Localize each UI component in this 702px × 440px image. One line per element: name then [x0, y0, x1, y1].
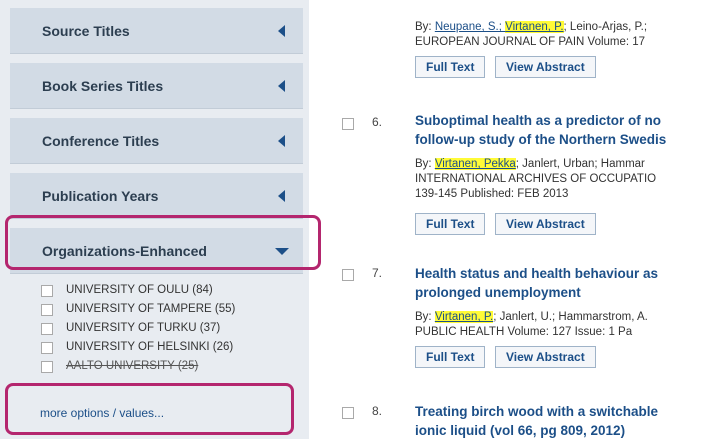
- record-checkbox[interactable]: [342, 118, 354, 130]
- full-text-button[interactable]: Full Text: [415, 56, 486, 78]
- record-source: INTERNATIONAL ARCHIVES OF OCCUPATIO: [415, 173, 657, 185]
- facet-label: Source Titles: [42, 23, 130, 39]
- record-checkbox[interactable]: [342, 407, 354, 419]
- record-title-cont[interactable]: follow-up study of the Northern Swedis: [415, 130, 702, 149]
- expand-left-icon: [278, 135, 285, 147]
- record-checkbox[interactable]: [342, 269, 354, 281]
- expand-left-icon: [278, 190, 285, 202]
- facet-label: Publication Years: [42, 188, 159, 204]
- org-item-oulu[interactable]: UNIVERSITY OF OULU (84): [40, 281, 300, 300]
- record-source: PUBLIC HEALTH Volume: 127 Issue: 1 Pa: [415, 326, 633, 338]
- org-label: UNIVERSITY OF HELSINKI (26): [66, 341, 234, 353]
- org-label: UNIVERSITY OF OULU (84): [66, 284, 213, 296]
- record-number: 8.: [372, 404, 383, 418]
- org-item-turku[interactable]: UNIVERSITY OF TURKU (37): [40, 319, 300, 338]
- expand-left-icon: [278, 80, 285, 92]
- org-item-tampere[interactable]: UNIVERSITY OF TAMPERE (55): [40, 300, 300, 319]
- facet-conference-titles[interactable]: Conference Titles: [10, 118, 303, 164]
- org-label: UNIVERSITY OF TURKU (37): [66, 322, 221, 334]
- record-title-cont[interactable]: prolonged unemployment: [415, 283, 702, 302]
- organizations-list: UNIVERSITY OF OULU (84) UNIVERSITY OF TA…: [40, 281, 300, 376]
- org-checkbox[interactable]: [41, 304, 53, 316]
- org-checkbox[interactable]: [41, 361, 53, 373]
- full-text-button[interactable]: Full Text: [415, 213, 486, 235]
- highlight-box-organizations: [5, 215, 321, 270]
- org-checkbox[interactable]: [41, 323, 53, 335]
- author-highlight[interactable]: Virtanen, P.: [505, 21, 564, 33]
- record-authors: By: Virtanen, Pekka; Janlert, Urban; Ham…: [415, 158, 645, 170]
- record-title[interactable]: Treating birch wood with a switchable: [415, 402, 702, 421]
- facet-book-series-titles[interactable]: Book Series Titles: [10, 63, 303, 109]
- view-abstract-button[interactable]: View Abstract: [495, 346, 596, 368]
- org-label: UNIVERSITY OF TAMPERE (55): [66, 303, 236, 315]
- org-item-helsinki[interactable]: UNIVERSITY OF HELSINKI (26): [40, 338, 300, 357]
- record-pages-date: 139-145 Published: FEB 2013: [415, 188, 569, 200]
- org-item-aalto[interactable]: AALTO UNIVERSITY (25): [40, 357, 300, 376]
- highlight-box-more-options: [5, 383, 294, 435]
- author-link[interactable]: Neupane, S.;: [435, 21, 505, 33]
- record-number: 7.: [372, 266, 383, 280]
- view-abstract-button[interactable]: View Abstract: [495, 56, 596, 78]
- org-label: AALTO UNIVERSITY (25): [66, 360, 199, 372]
- record-number: 6.: [372, 115, 383, 129]
- org-checkbox[interactable]: [41, 285, 53, 297]
- expand-left-icon: [278, 25, 285, 37]
- facet-publication-years[interactable]: Publication Years: [10, 173, 303, 219]
- record-title-cont[interactable]: ionic liquid (vol 66, pg 809, 2012): [415, 421, 702, 440]
- full-text-button[interactable]: Full Text: [415, 346, 486, 368]
- facet-source-titles[interactable]: Source Titles: [10, 8, 303, 54]
- record-authors: By: Neupane, S.; Virtanen, P.; Leino-Arj…: [415, 21, 648, 33]
- facet-label: Conference Titles: [42, 133, 160, 149]
- facet-label: Book Series Titles: [42, 78, 164, 94]
- view-abstract-button[interactable]: View Abstract: [495, 213, 596, 235]
- record-title[interactable]: Health status and health behaviour as: [415, 264, 702, 283]
- record-authors: By: Virtanen, P.; Janlert, U.; Hammarstr…: [415, 311, 648, 323]
- record-title[interactable]: Suboptimal health as a predictor of no: [415, 111, 702, 130]
- author-highlight[interactable]: Virtanen, P.: [434, 311, 494, 323]
- org-checkbox[interactable]: [41, 342, 53, 354]
- author-highlight[interactable]: Virtanen, Pekka: [434, 158, 516, 170]
- record-source: EUROPEAN JOURNAL OF PAIN Volume: 17: [415, 36, 646, 48]
- refine-sidebar: Source Titles Book Series Titles Confere…: [0, 0, 321, 439]
